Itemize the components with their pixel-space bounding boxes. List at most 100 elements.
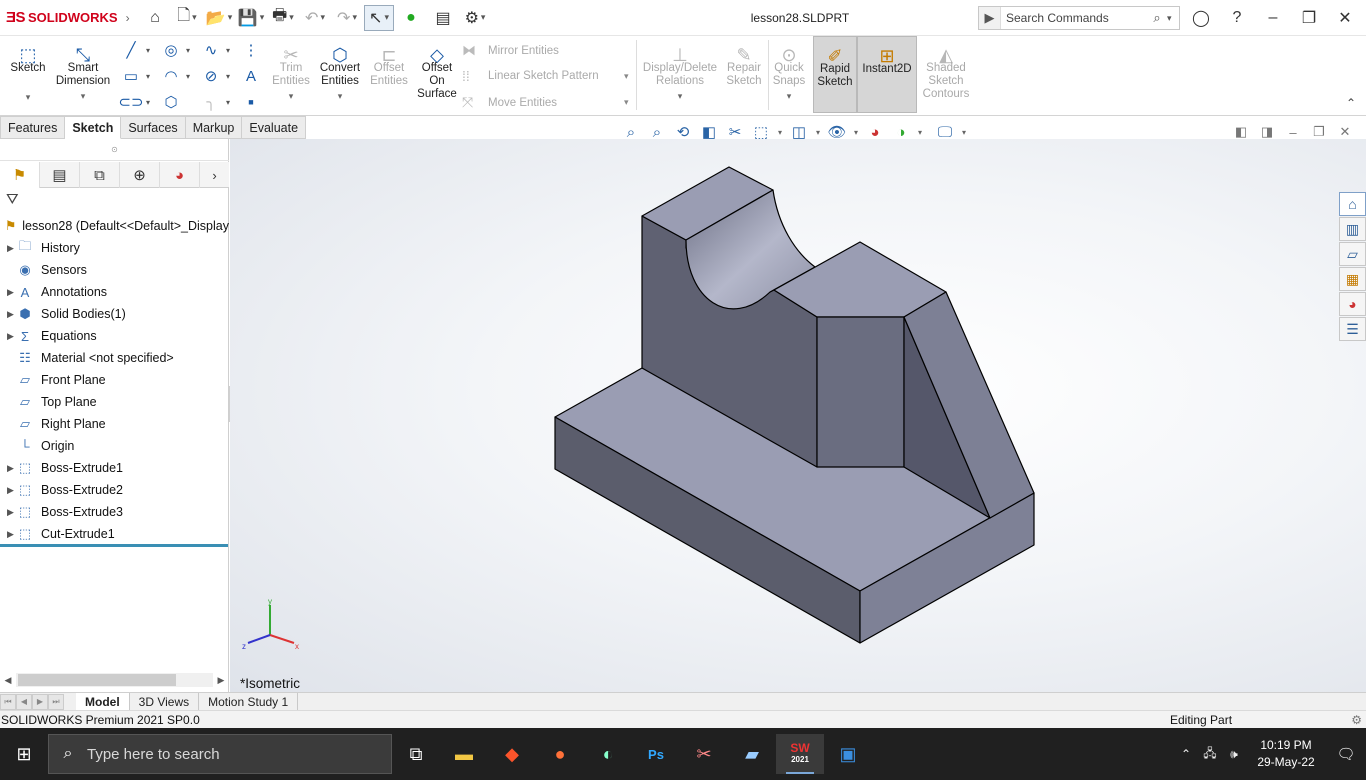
- notifications-icon[interactable]: 🗨: [1326, 745, 1366, 763]
- firefox-icon[interactable]: ●: [536, 734, 584, 774]
- redo-icon[interactable]: ↷: [332, 5, 362, 31]
- design-library-icon[interactable]: ▥: [1339, 217, 1366, 241]
- expand-arrow-icon[interactable]: ▶: [0, 331, 14, 342]
- ellipse-dropdown-icon[interactable]: ▾: [226, 72, 230, 81]
- search-icon[interactable]: ⌕: [1147, 10, 1167, 26]
- feature-manager-tab-icon[interactable]: ⚑: [0, 162, 40, 188]
- display-style-icon[interactable]: ◫: [786, 121, 812, 143]
- tab-markup[interactable]: Markup: [185, 116, 243, 139]
- options-gear-icon[interactable]: ⚙: [460, 5, 490, 31]
- part-model[interactable]: [230, 139, 1366, 692]
- horizontal-scrollbar[interactable]: ◀ ▶: [0, 671, 229, 689]
- ellipse-icon[interactable]: ⊘: [198, 66, 224, 86]
- restore-window-icon[interactable]: ❐: [1295, 6, 1323, 30]
- text-icon[interactable]: A: [238, 66, 264, 86]
- doc-restore-icon[interactable]: ❐: [1308, 121, 1330, 143]
- file-explorer-icon[interactable]: ▬: [440, 734, 488, 774]
- expand-arrow-icon[interactable]: ▶: [0, 309, 14, 320]
- mirror-entities-button[interactable]: ⧓ Mirror Entities: [462, 42, 559, 59]
- view-orientation-icon[interactable]: ⬚: [748, 121, 774, 143]
- repair-sketch-button[interactable]: ✎ Repair Sketch: [722, 36, 766, 88]
- section-view-icon[interactable]: ◧: [696, 121, 722, 143]
- pane-left-icon[interactable]: ◧: [1230, 121, 1252, 143]
- tree-item[interactable]: ▶ ⬢ Solid Bodies(1): [0, 303, 229, 325]
- rectangle-icon[interactable]: ▭: [118, 66, 144, 86]
- scroll-right-icon[interactable]: ▶: [213, 675, 229, 686]
- file-explorer-pane-icon[interactable]: ▱: [1339, 242, 1366, 266]
- scroll-thumb[interactable]: [18, 674, 176, 686]
- search-input[interactable]: Search Commands: [1001, 11, 1147, 25]
- tree-item[interactable]: └ Origin: [0, 435, 229, 457]
- scroll-track[interactable]: [16, 673, 213, 687]
- tab-surfaces[interactable]: Surfaces: [121, 116, 186, 139]
- sketch-dropdown-icon[interactable]: ▾: [26, 91, 31, 104]
- volume-icon[interactable]: 🕪: [1222, 747, 1246, 762]
- line-icon[interactable]: ╱: [118, 40, 144, 60]
- trim-dropdown-icon[interactable]: ▾: [289, 90, 294, 103]
- rapid-sketch-button[interactable]: ✐ Rapid Sketch: [813, 36, 857, 113]
- configuration-manager-tab-icon[interactable]: ⧉: [80, 162, 120, 188]
- undo-icon[interactable]: ↶: [300, 5, 330, 31]
- appearances-scenes-icon[interactable]: ◕: [1339, 292, 1366, 316]
- tree-item[interactable]: ▶ Σ Equations: [0, 325, 229, 347]
- file-properties-icon[interactable]: ▤: [428, 5, 458, 31]
- prev-tab-icon[interactable]: ◀: [16, 693, 32, 710]
- expand-arrow-icon[interactable]: ▶: [0, 243, 14, 254]
- brave-browser-icon[interactable]: ◆: [488, 734, 536, 774]
- help-icon[interactable]: ?: [1223, 6, 1251, 30]
- search-commands-box[interactable]: ▶ Search Commands ⌕ ▾: [978, 6, 1180, 30]
- rollback-bar[interactable]: [0, 544, 228, 547]
- tab-evaluate[interactable]: Evaluate: [242, 116, 307, 139]
- convert-entities-button[interactable]: ⬡ Convert Entities ▾: [316, 36, 364, 103]
- first-tab-icon[interactable]: ⏮: [0, 693, 16, 710]
- tree-item[interactable]: ▱ Top Plane: [0, 391, 229, 413]
- view-palette-icon[interactable]: ▦: [1339, 267, 1366, 291]
- snaps-dropdown-icon[interactable]: ▾: [787, 90, 792, 103]
- panel-grip[interactable]: ⊙: [0, 139, 229, 161]
- scroll-left-icon[interactable]: ◀: [0, 675, 16, 686]
- zoom-to-fit-icon[interactable]: ⌕: [618, 121, 644, 143]
- display-style-dropdown-icon[interactable]: ▾: [812, 121, 824, 143]
- notepad-icon[interactable]: ▰: [728, 734, 776, 774]
- move-dropdown-icon[interactable]: ▾: [624, 97, 629, 108]
- tree-item[interactable]: ▶ A Annotations: [0, 281, 229, 303]
- next-tab-icon[interactable]: ▶: [32, 693, 48, 710]
- offset-on-surface-button[interactable]: ◇ Offset On Surface: [414, 36, 460, 101]
- user-account-icon[interactable]: ◯: [1187, 6, 1215, 30]
- move-entities-button[interactable]: ⤧ Move Entities ▾: [462, 94, 629, 111]
- linear-sketch-pattern-button[interactable]: ⁞⁞ Linear Sketch Pattern ▾: [462, 68, 629, 84]
- tree-item[interactable]: ▱ Right Plane: [0, 413, 229, 435]
- graphics-area[interactable]: y x z *Isometric: [230, 139, 1366, 692]
- save-icon[interactable]: 💾: [236, 5, 266, 31]
- doc-minimize-icon[interactable]: –: [1282, 121, 1304, 143]
- smart-dimension-dropdown-icon[interactable]: ▾: [81, 90, 86, 103]
- open-document-icon[interactable]: 📂: [204, 5, 234, 31]
- menu-expand-icon[interactable]: ›: [126, 11, 130, 25]
- status-settings-icon[interactable]: ⚙: [1351, 713, 1362, 727]
- previous-view-icon[interactable]: ⟲: [670, 121, 696, 143]
- expand-arrow-icon[interactable]: ▶: [0, 485, 14, 496]
- dynamic-annotation-icon[interactable]: ✂: [722, 121, 748, 143]
- solidworks-menu[interactable]: ƎS SOLIDWORKS ›: [0, 9, 140, 26]
- polygon-icon[interactable]: ⬡: [158, 92, 184, 112]
- tab-motion-study[interactable]: Motion Study 1: [199, 692, 299, 711]
- hide-show-dropdown-icon[interactable]: ▾: [850, 121, 862, 143]
- print-icon[interactable]: 🖶: [268, 5, 298, 31]
- expand-arrow-icon[interactable]: ▶: [0, 529, 14, 540]
- convert-dropdown-icon[interactable]: ▾: [338, 90, 343, 103]
- spline-icon[interactable]: ∿: [198, 40, 224, 60]
- rectangle-dropdown-icon[interactable]: ▾: [146, 72, 150, 81]
- more-tabs-icon[interactable]: ›: [200, 162, 229, 188]
- construction-geometry-icon[interactable]: ⋮: [238, 40, 264, 60]
- sketch-button[interactable]: ⬚ Sketch ▾: [6, 36, 50, 104]
- minimize-window-icon[interactable]: –: [1259, 6, 1287, 30]
- tree-item[interactable]: ▱ Front Plane: [0, 369, 229, 391]
- fillet-dropdown-icon[interactable]: ▾: [226, 98, 230, 107]
- new-document-icon[interactable]: 🗋: [172, 5, 202, 31]
- tree-item[interactable]: ▶ ⬚ Boss-Extrude3: [0, 501, 229, 523]
- photoshop-icon[interactable]: Ps: [632, 734, 680, 774]
- tree-item[interactable]: ▶ 🗀 History: [0, 237, 229, 259]
- fillet-icon[interactable]: ╮: [198, 92, 224, 112]
- linear-pattern-dropdown-icon[interactable]: ▾: [624, 71, 629, 82]
- paint-icon[interactable]: ◐: [584, 734, 632, 774]
